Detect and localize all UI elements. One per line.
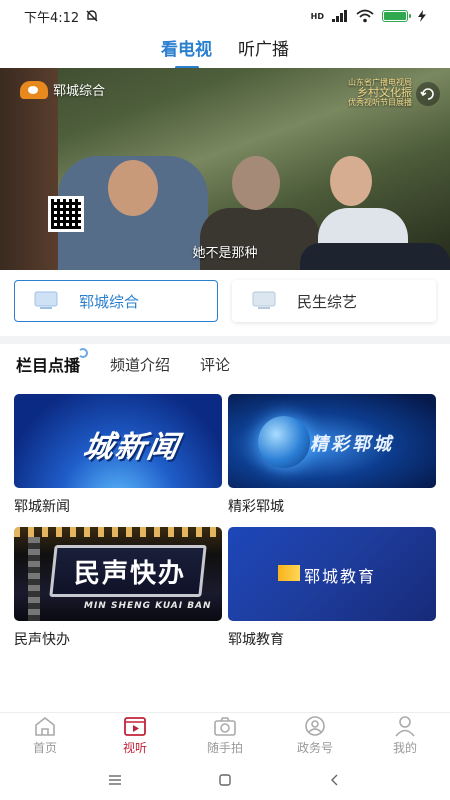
nav-home[interactable]: 首页 [0, 713, 90, 758]
program-thumbnail: 城新闻 [14, 394, 222, 488]
stage-lights-graphic [14, 527, 222, 537]
award-line: 优秀视听节目展播 [348, 98, 412, 107]
loading-indicator-icon [78, 348, 89, 358]
program-thumbnail: 精彩郓城 [228, 394, 436, 488]
user-icon [395, 716, 415, 737]
station-logo-icon [20, 80, 48, 99]
network-type: HD [310, 11, 324, 21]
top-tabs: 看电视 听广播 [0, 32, 450, 68]
program-title: 民声快办 [14, 632, 70, 648]
section-tabs: 栏目点播 频道介绍 评论 [16, 348, 230, 376]
program-thumbnail: 郓城教育 [228, 527, 436, 621]
tab-channel-intro[interactable]: 频道介绍 [110, 354, 170, 375]
thumbnail-subtext: MIN SHENG KUAI BAN [84, 601, 212, 611]
channel-selector: 郓城综合 民生综艺 [14, 280, 436, 322]
flag-graphic [278, 565, 300, 581]
tv-icon [34, 291, 58, 309]
qr-code [48, 196, 84, 232]
channel-livelihood-variety[interactable]: 民生综艺 [232, 280, 436, 322]
square-icon [219, 774, 231, 786]
system-nav-bar [0, 760, 450, 800]
nav-label: 政务号 [296, 741, 333, 755]
home-icon [35, 716, 55, 736]
nav-audio-video[interactable]: 视听 [90, 713, 180, 758]
program-thumbnail: 民声快办 MIN SHENG KUAI BAN [14, 527, 222, 621]
program-title: 精彩郓城 [228, 499, 284, 515]
thumbnail-text: 城新闻 [80, 430, 183, 465]
status-left: 下午4:12 [24, 7, 99, 26]
thumbnail-text: 民声快办 [74, 559, 187, 589]
rotate-screen-button[interactable] [416, 82, 440, 106]
menu-button[interactable] [101, 770, 129, 790]
nav-label: 视听 [122, 741, 147, 755]
station-logo: 郓城综合 [20, 80, 105, 99]
menu-icon [109, 775, 121, 785]
status-bar: 下午4:12 HD [0, 0, 450, 32]
channel-label: 民生综艺 [297, 292, 358, 311]
nav-label: 随手拍 [206, 741, 243, 755]
program-title: 郓城教育 [228, 632, 284, 648]
program-card[interactable]: 郓城教育 郓城教育 [228, 527, 436, 649]
section-divider [0, 336, 450, 344]
video-scene-person [330, 156, 372, 206]
globe-graphic [258, 416, 310, 468]
program-title: 郓城新闻 [14, 499, 70, 515]
status-time: 下午4:12 [24, 10, 80, 26]
wifi-icon [356, 9, 374, 23]
station-logo-text: 郓城综合 [53, 84, 106, 99]
tab-comments[interactable]: 评论 [200, 354, 230, 375]
channel-label: 郓城综合 [79, 292, 140, 311]
tab-listen-radio[interactable]: 听广播 [238, 35, 289, 66]
thumbnail-text: 精彩郓城 [310, 434, 394, 455]
pole-graphic [28, 537, 40, 621]
tv-icon [252, 291, 276, 309]
video-scene-person [108, 160, 158, 216]
back-icon [331, 774, 338, 786]
status-right: HD [311, 9, 428, 23]
government-icon [305, 716, 325, 736]
battery-icon [382, 10, 411, 22]
video-subtitle: 她不是那种 [192, 246, 258, 261]
signal-icon [332, 10, 347, 22]
nav-label: 我的 [392, 741, 417, 755]
tab-label: 栏目点播 [16, 356, 81, 375]
award-badge: 山东省广播电视局 乡村文化振 优秀视听节目展播 [348, 78, 412, 108]
video-player[interactable]: 郓城综合 山东省广播电视局 乡村文化振 优秀视听节目展播 她不是那种 [0, 68, 450, 270]
thumbnail-text: 郓城教育 [304, 567, 377, 586]
award-line: 乡村文化振 [357, 86, 412, 99]
nav-snapshot[interactable]: 随手拍 [180, 713, 270, 758]
mute-notification-icon [86, 10, 98, 22]
program-card[interactable]: 民声快办 MIN SHENG KUAI BAN 民声快办 [14, 527, 222, 649]
rotate-icon [420, 88, 434, 100]
nav-label: 首页 [32, 741, 57, 755]
camera-icon [214, 717, 236, 736]
nav-government[interactable]: 政务号 [270, 713, 360, 758]
tab-watch-tv[interactable]: 看电视 [161, 35, 212, 66]
home-button[interactable] [211, 770, 239, 790]
tab-program-on-demand[interactable]: 栏目点播 [16, 348, 89, 376]
nav-profile[interactable]: 我的 [360, 713, 450, 758]
back-button[interactable] [321, 770, 349, 790]
channel-yuncheng-general[interactable]: 郓城综合 [14, 280, 218, 322]
program-card[interactable]: 精彩郓城 精彩郓城 [228, 394, 436, 516]
video-scene-person [232, 156, 280, 210]
program-card[interactable]: 城新闻 郓城新闻 [14, 394, 222, 516]
bottom-nav: 首页 视听 随手拍 政务号 我的 [0, 712, 450, 758]
play-icon [124, 717, 146, 736]
charging-icon [418, 10, 426, 22]
